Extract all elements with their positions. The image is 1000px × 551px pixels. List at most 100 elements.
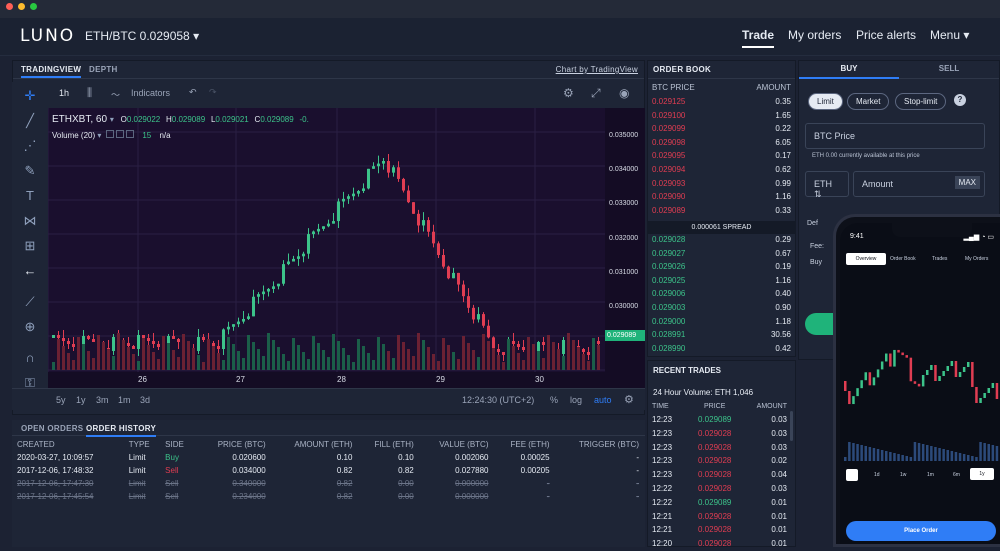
col-price[interactable]: PRICE (BTC): [196, 438, 269, 451]
phone-range-1d[interactable]: 1d: [874, 472, 880, 478]
amount-input[interactable]: Amount MAX: [853, 171, 985, 197]
tab-open-orders[interactable]: OPEN ORDERS: [21, 424, 83, 433]
chart-settings-gear-icon[interactable]: ⚙: [624, 393, 634, 406]
price-axis[interactable]: 0.035000 0.034000 0.033000 0.032000 0.03…: [605, 108, 645, 388]
phone-range-1m[interactable]: 1m: [927, 472, 934, 478]
tab-order-history[interactable]: ORDER HISTORY: [86, 424, 157, 437]
buy-button-partial[interactable]: [805, 313, 835, 335]
legend-caret-icon[interactable]: ▾: [110, 115, 114, 124]
tab-buy[interactable]: BUY: [799, 61, 899, 79]
percent-scale-toggle[interactable]: %: [550, 395, 558, 405]
ask-row[interactable]: 0.029090 1.16: [652, 192, 791, 205]
magnet-icon[interactable]: ∩: [22, 350, 38, 366]
currency-switch[interactable]: ETH ⇅: [805, 171, 849, 199]
minimize-dot[interactable]: [18, 3, 25, 10]
order-type-limit[interactable]: Limit: [808, 93, 843, 110]
range-1y[interactable]: 1y: [76, 395, 86, 405]
indicators-icon[interactable]: 〜: [111, 88, 120, 101]
order-type-market[interactable]: Market: [847, 93, 890, 110]
interval-selector[interactable]: 1h: [59, 88, 69, 98]
chart-by-tradingview-link[interactable]: Chart by TradingView: [556, 65, 638, 74]
range-3d[interactable]: 3d: [140, 395, 150, 405]
phone-tab-order-book[interactable]: Order Book: [890, 256, 916, 262]
nav-menu[interactable]: Menu ▾: [930, 28, 969, 42]
col-fee[interactable]: FEE (ETH): [492, 438, 553, 451]
col-side[interactable]: SIDE: [162, 438, 195, 451]
phone-tab-trades[interactable]: Trades: [932, 256, 947, 262]
tab-sell[interactable]: SELL: [899, 61, 999, 79]
measure-icon[interactable]: ⊞: [22, 238, 38, 254]
order-row[interactable]: 2020-03-27, 10:09:57 Limit Buy 0.020600 0.10…: [14, 451, 642, 464]
ask-row[interactable]: 0.029093 0.99: [652, 179, 791, 192]
price-chart[interactable]: ETHXBT, 60 ▾ O0.029022 H0.029089 L0.0290…: [48, 108, 605, 388]
tab-depth[interactable]: DEPTH: [89, 65, 118, 74]
fullscreen-icon[interactable]: ⤢: [591, 86, 601, 101]
maximize-dot[interactable]: [30, 3, 37, 10]
visibility-toggle-icon[interactable]: [105, 130, 114, 138]
col-type[interactable]: TYPE: [126, 438, 162, 451]
undo-icon[interactable]: ↶: [189, 87, 197, 98]
bid-row[interactable]: 0.029006 0.40: [652, 289, 791, 302]
phone-range-6m[interactable]: 6m: [953, 472, 960, 478]
max-button[interactable]: MAX: [954, 176, 980, 189]
luno-logo[interactable]: LUNO: [20, 26, 75, 46]
col-value[interactable]: VALUE (BTC): [417, 438, 492, 451]
order-row[interactable]: 2017-12-06, 17:45:54 Limit Sell 0.234000 0.8…: [14, 490, 642, 503]
phone-tab-my-orders[interactable]: My Orders: [965, 256, 988, 262]
col-trigger[interactable]: TRIGGER (BTC): [553, 438, 642, 451]
bid-row[interactable]: 0.029027 0.67: [652, 249, 791, 262]
camera-icon[interactable]: ◉: [619, 86, 629, 100]
bid-row[interactable]: 0.028991 30.56: [652, 330, 791, 343]
settings-small-icon[interactable]: [115, 130, 124, 138]
redo-icon[interactable]: ↷: [209, 87, 217, 98]
nav-trade[interactable]: Trade: [742, 28, 775, 48]
phone-chart-type-icon[interactable]: [846, 469, 858, 481]
close-dot[interactable]: [6, 3, 13, 10]
range-3m[interactable]: 3m: [96, 395, 109, 405]
bid-row[interactable]: 0.029026 0.19: [652, 262, 791, 275]
place-order-button[interactable]: Place Order: [846, 521, 996, 541]
pattern-icon[interactable]: ⋈: [22, 213, 38, 229]
volume-caret-icon[interactable]: ▾: [97, 131, 101, 140]
ask-row[interactable]: 0.029099 0.22: [652, 124, 791, 137]
col-created[interactable]: CREATED: [14, 438, 126, 451]
fib-icon[interactable]: ⋰: [22, 138, 38, 154]
auto-scale-toggle[interactable]: auto: [594, 395, 612, 405]
ask-row[interactable]: 0.029125 0.35: [652, 97, 791, 110]
phone-tab-overview[interactable]: Overview: [846, 253, 886, 265]
time-axis[interactable]: 26 27 28 29 30: [48, 372, 605, 388]
bid-row[interactable]: 0.029028 0.29: [652, 235, 791, 248]
tab-tradingview[interactable]: TRADINGVIEW: [21, 65, 82, 78]
bid-row[interactable]: 0.029000 1.18: [652, 317, 791, 330]
candles-icon[interactable]: ⫼: [87, 87, 92, 100]
phone-range-1w[interactable]: 1w: [900, 472, 906, 478]
col-fill[interactable]: FILL (ETH): [355, 438, 416, 451]
bid-row[interactable]: 0.029003 0.90: [652, 303, 791, 316]
indicators-button[interactable]: Indicators: [131, 88, 170, 98]
crosshair-icon[interactable]: ✛: [22, 88, 38, 104]
nav-price-alerts[interactable]: Price alerts: [856, 28, 916, 42]
order-type-stop-limit[interactable]: Stop-limit: [895, 93, 947, 110]
range-5y[interactable]: 5y: [56, 395, 66, 405]
col-amount[interactable]: AMOUNT (ETH): [269, 438, 356, 451]
brush-icon[interactable]: ✎: [22, 163, 38, 179]
ask-row[interactable]: 0.029094 0.62: [652, 165, 791, 178]
order-row[interactable]: 2017-12-06, 17:47:30 Limit Sell 0.340000 0.8…: [14, 477, 642, 490]
pair-selector[interactable]: ETH/BTC 0.029058 ▾: [85, 29, 199, 43]
help-icon[interactable]: ?: [954, 94, 966, 106]
ruler-icon[interactable]: ⟋: [22, 294, 38, 310]
bid-row[interactable]: 0.028990 0.42: [652, 344, 791, 357]
ask-row[interactable]: 0.029095 0.17: [652, 151, 791, 164]
arrow-left-icon[interactable]: ←: [22, 263, 38, 279]
ask-row[interactable]: 0.029098 6.05: [652, 138, 791, 151]
nav-my-orders[interactable]: My orders: [788, 28, 841, 42]
ask-row[interactable]: 0.029089 0.33: [652, 206, 791, 219]
zoom-in-icon[interactable]: ⊕: [22, 319, 38, 335]
price-input[interactable]: BTC Price: [805, 123, 985, 149]
ask-row[interactable]: 0.029100 1.65: [652, 111, 791, 124]
phone-range-1y[interactable]: 1y: [970, 468, 994, 480]
range-1m[interactable]: 1m: [118, 395, 131, 405]
bid-row[interactable]: 0.029025 1.16: [652, 276, 791, 289]
order-row[interactable]: 2017-12-06, 17:48:32 Limit Sell 0.034000 0.8…: [14, 464, 642, 477]
remove-study-icon[interactable]: [126, 130, 135, 138]
